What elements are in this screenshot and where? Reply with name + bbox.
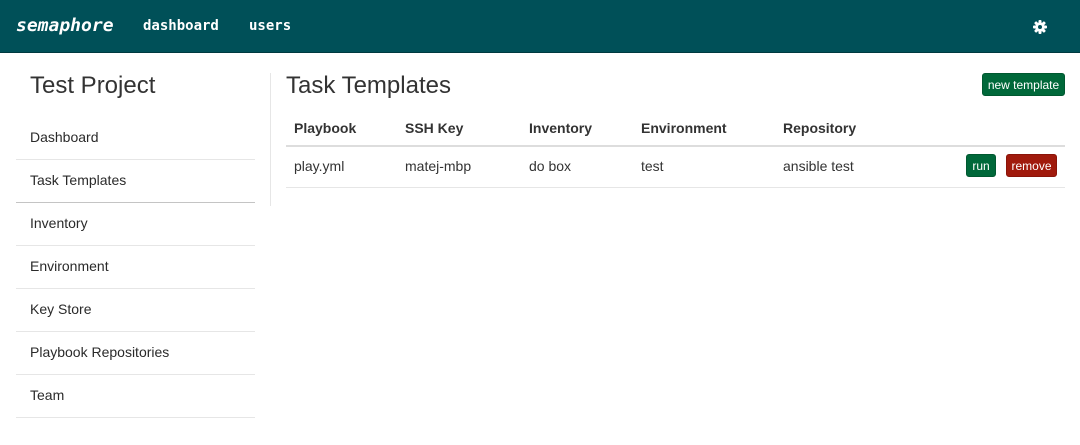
column-header-playbook: Playbook (294, 120, 357, 136)
project-title: Test Project (30, 72, 156, 99)
sidebar-item-dashboard[interactable]: Dashboard (16, 117, 255, 160)
top-navbar: semaphore dashboard users (0, 0, 1080, 53)
sidebar-item-key-store[interactable]: Key Store (16, 289, 255, 332)
sidebar-item-task-templates[interactable]: Task Templates (16, 160, 255, 203)
run-button[interactable]: run (966, 154, 996, 177)
brand-logo[interactable]: semaphore (16, 15, 114, 36)
nav-users-link[interactable]: users (249, 18, 291, 34)
sidebar-menu: Dashboard Task Templates Inventory Envir… (16, 117, 255, 418)
sidebar-item-environment[interactable]: Environment (16, 246, 255, 289)
column-header-inventory: Inventory (529, 120, 593, 136)
column-header-environment: Environment (641, 120, 727, 136)
cell-playbook: play.yml (294, 158, 345, 174)
nav-dashboard-link[interactable]: dashboard (143, 18, 219, 34)
cell-environment: test (641, 158, 664, 174)
new-template-button[interactable]: new template (982, 73, 1065, 96)
cell-inventory: do box (529, 158, 572, 174)
cell-repository: ansible test (783, 158, 854, 174)
column-header-ssh-key: SSH Key (405, 120, 464, 136)
sidebar-divider (270, 73, 271, 206)
gear-icon[interactable] (1030, 17, 1050, 37)
table-header-divider (286, 145, 1065, 147)
column-header-repository: Repository (783, 120, 857, 136)
remove-button[interactable]: remove (1006, 154, 1057, 177)
sidebar-item-team[interactable]: Team (16, 375, 255, 418)
table-row-divider (286, 187, 1065, 188)
cell-ssh-key: matej-mbp (405, 158, 472, 174)
sidebar-item-inventory[interactable]: Inventory (16, 203, 255, 246)
page-title: Task Templates (286, 72, 451, 99)
sidebar-item-playbook-repositories[interactable]: Playbook Repositories (16, 332, 255, 375)
